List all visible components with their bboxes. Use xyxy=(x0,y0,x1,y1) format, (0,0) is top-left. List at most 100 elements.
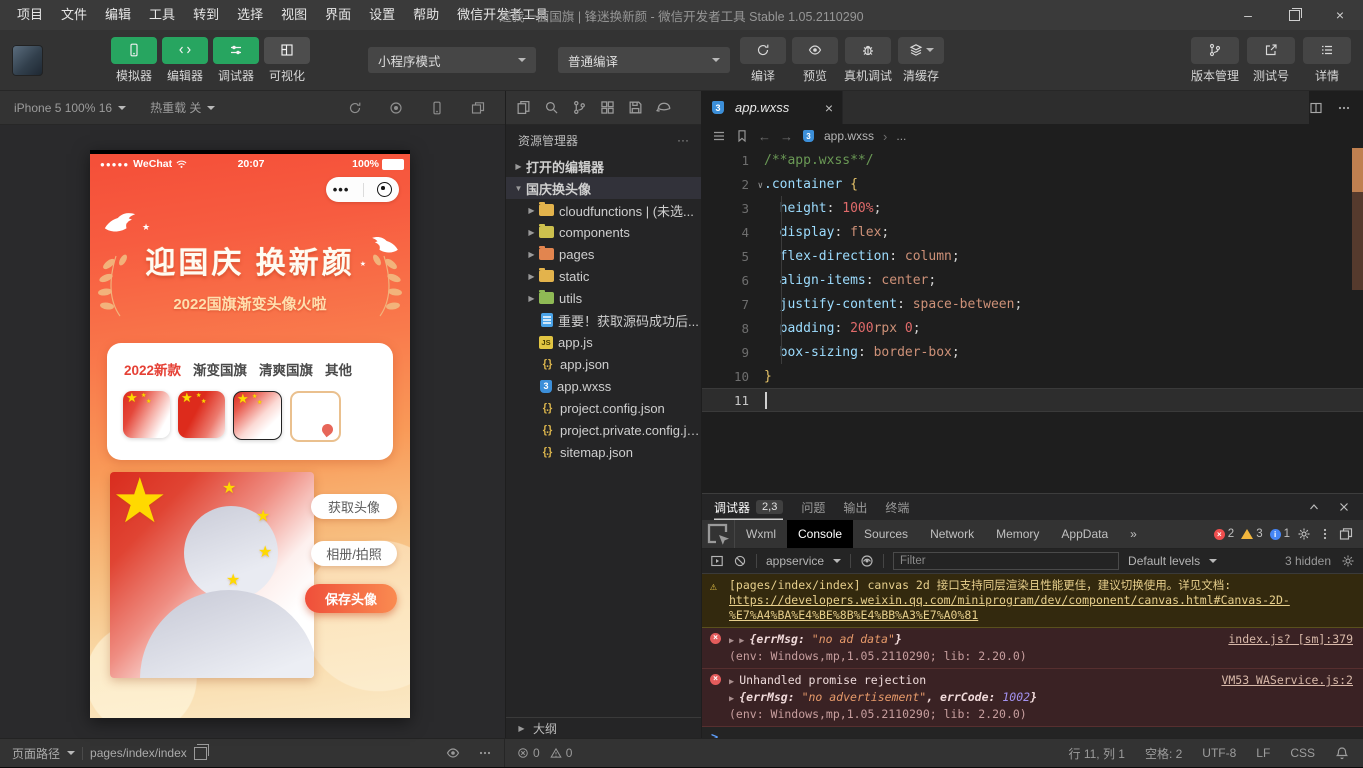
source-location-link[interactable]: index.js? [sm]:379 xyxy=(1228,632,1353,647)
notifications-bell-icon[interactable] xyxy=(1335,746,1349,760)
tool-版本管理[interactable]: 版本管理 xyxy=(1191,37,1239,84)
hot-reload-toggle[interactable]: 热重载 关 xyxy=(150,99,201,116)
tree-item-components[interactable]: ▶components xyxy=(506,221,701,243)
console-error[interactable]: ×▶ Unhandled promise rejectionVM53 WASer… xyxy=(702,669,1363,727)
plugin-icon[interactable] xyxy=(656,100,671,115)
code-line-8[interactable]: 8 padding: 200rpx 0; xyxy=(702,316,1363,340)
menu-设置[interactable]: 设置 xyxy=(360,0,404,30)
get-avatar-button[interactable]: 获取头像 xyxy=(311,494,397,519)
capsule-menu[interactable]: ••• xyxy=(326,177,399,202)
tool-编译[interactable]: 编译 xyxy=(740,37,786,84)
minimize-button[interactable]: – xyxy=(1225,0,1271,30)
close-button[interactable]: × xyxy=(1317,0,1363,30)
open-editors-icon[interactable] xyxy=(516,100,531,115)
album-camera-button[interactable]: 相册/拍照 xyxy=(311,541,397,566)
style-tab-清爽国旗[interactable]: 清爽国旗 xyxy=(259,359,313,379)
menu-编辑[interactable]: 编辑 xyxy=(96,0,140,30)
overview-ruler[interactable] xyxy=(1352,148,1363,290)
source-control-icon[interactable] xyxy=(572,100,587,115)
flag-style-thumbnail[interactable]: ★★★ xyxy=(178,391,225,438)
js-context-dropdown[interactable]: appservice xyxy=(766,554,824,568)
tool-预览[interactable]: 预览 xyxy=(792,37,838,84)
capsule-close-icon[interactable] xyxy=(377,182,392,197)
menu-工具[interactable]: 工具 xyxy=(140,0,184,30)
code-line-9[interactable]: 9 box-sizing: border-box; xyxy=(702,340,1363,364)
flag-style-thumbnail[interactable]: ★★★ xyxy=(123,391,170,438)
debugger-tab-输出[interactable]: 输出 xyxy=(843,494,867,520)
preview-eye-icon[interactable] xyxy=(446,746,460,760)
kebab-menu-icon[interactable] xyxy=(1318,527,1332,541)
tab-app-wxss[interactable]: 3 app.wxss × xyxy=(702,91,843,124)
split-editor-icon[interactable] xyxy=(1309,101,1323,115)
console-prompt[interactable]: > xyxy=(702,727,1363,738)
code-line-10[interactable]: 10} xyxy=(702,364,1363,388)
save-avatar-button[interactable]: 保存头像 xyxy=(305,584,397,613)
more-dots-icon[interactable] xyxy=(478,746,492,760)
tool-清缓存[interactable]: 清缓存 xyxy=(898,37,944,84)
status-UTF-8[interactable]: UTF-8 xyxy=(1202,746,1236,760)
menu-界面[interactable]: 界面 xyxy=(316,0,360,30)
style-tab-2022新款[interactable]: 2022新款 xyxy=(124,359,181,379)
debugger-tab-调试器[interactable]: 调试器2,3 xyxy=(714,494,783,520)
status-CSS[interactable]: CSS xyxy=(1290,746,1315,760)
code-line-2[interactable]: 2∨.container { xyxy=(702,172,1363,196)
bookmark-icon[interactable] xyxy=(735,129,749,143)
multi-window-icon[interactable] xyxy=(471,101,485,115)
code-line-11[interactable]: 11 xyxy=(702,388,1363,412)
debugger-tab-问题[interactable]: 问题 xyxy=(801,494,825,520)
outline-list-icon[interactable] xyxy=(712,129,726,143)
flag-style-thumbnail-selected[interactable]: ★★★ xyxy=(233,391,282,440)
style-tab-其他[interactable]: 其他 xyxy=(325,359,352,379)
tool-可视化[interactable]: 可视化 xyxy=(264,37,310,84)
console-link[interactable]: https://developers.weixin.qq.com/minipro… xyxy=(729,593,1290,622)
save-all-icon[interactable] xyxy=(628,100,643,115)
tool-编辑器[interactable]: 编辑器 xyxy=(162,37,208,84)
tool-调试器[interactable]: 调试器 xyxy=(213,37,259,84)
code-line-4[interactable]: 4 display: flex; xyxy=(702,220,1363,244)
code-line-7[interactable]: 7 justify-content: space-between; xyxy=(702,292,1363,316)
dock-side-icon[interactable] xyxy=(1339,527,1353,541)
devtools-tab-Memory[interactable]: Memory xyxy=(985,520,1050,548)
warning-count-badge[interactable]: 3 xyxy=(1241,528,1262,540)
editor-more-icon[interactable] xyxy=(1337,101,1351,115)
code-line-5[interactable]: 5 flex-direction: column; xyxy=(702,244,1363,268)
status-空格: 2[interactable]: 空格: 2 xyxy=(1145,745,1182,762)
tree-item-app.json[interactable]: {.}app.json xyxy=(506,353,701,375)
breadcrumb-file[interactable]: 3 app.wxss xyxy=(802,129,874,143)
more-dots-icon[interactable]: ••• xyxy=(333,185,350,195)
device-selector[interactable]: iPhone 5 100% 16 xyxy=(14,101,112,115)
tree-item-app.wxss[interactable]: 3app.wxss xyxy=(506,375,701,397)
devtools-tab-Console[interactable]: Console xyxy=(787,520,853,548)
tree-item-打开的编辑器[interactable]: ▶打开的编辑器 xyxy=(506,155,701,177)
collapse-panel-icon[interactable] xyxy=(1307,500,1321,514)
console-messages[interactable]: ⚠[pages/index/index] canvas 2d 接口支持同层渲染且… xyxy=(702,574,1363,738)
code-line-6[interactable]: 6 align-items: center; xyxy=(702,268,1363,292)
tree-item-sitemap.json[interactable]: {.}sitemap.json xyxy=(506,441,701,463)
tool-详情[interactable]: 详情 xyxy=(1303,37,1351,84)
copy-path-icon[interactable] xyxy=(194,747,207,760)
avatar[interactable] xyxy=(12,45,43,76)
fold-chevron-icon[interactable]: ∨ xyxy=(758,181,763,191)
mode-dropdown[interactable]: 小程序模式 xyxy=(368,47,536,73)
menu-帮助[interactable]: 帮助 xyxy=(404,0,448,30)
tree-item-utils[interactable]: ▶utils xyxy=(506,287,701,309)
console-error[interactable]: ×▶ ▶ {errMsg: "no ad data"}index.js? [sm… xyxy=(702,628,1363,669)
forward-icon[interactable]: → xyxy=(780,129,793,144)
code-editor[interactable]: 1/**app.wxss**/2∨.container {3 height: 1… xyxy=(702,148,1363,493)
record-icon[interactable] xyxy=(389,101,403,115)
device-frame-icon[interactable] xyxy=(430,101,444,115)
source-location-link[interactable]: VM53 WAService.js:2 xyxy=(1221,673,1353,688)
debugger-tab-终端[interactable]: 终端 xyxy=(885,494,909,520)
tree-item-国庆换头像[interactable]: ▼国庆换头像 xyxy=(506,177,701,199)
menu-项目[interactable]: 项目 xyxy=(8,0,52,30)
devtools-tab-Wxml[interactable]: Wxml xyxy=(735,520,787,548)
close-tab-icon[interactable]: × xyxy=(825,101,833,115)
compile-mode-dropdown[interactable]: 普通编译 xyxy=(558,47,730,73)
console-settings-icon[interactable] xyxy=(1341,554,1355,568)
tree-item-project.config.json[interactable]: {.}project.config.json xyxy=(506,397,701,419)
status-LF[interactable]: LF xyxy=(1256,746,1270,760)
devtools-tab-Network[interactable]: Network xyxy=(919,520,985,548)
menu-视图[interactable]: 视图 xyxy=(272,0,316,30)
devtools-tab-Sources[interactable]: Sources xyxy=(853,520,919,548)
inspect-element-icon[interactable] xyxy=(702,520,735,548)
